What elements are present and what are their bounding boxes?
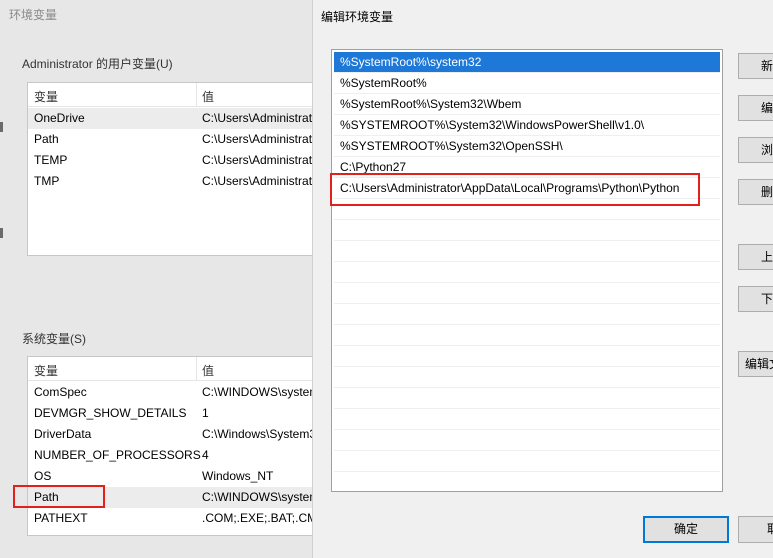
var-value: Windows_NT — [202, 469, 274, 483]
var-name: NUMBER_OF_PROCESSORS — [34, 448, 201, 462]
path-entry-empty[interactable] — [334, 325, 720, 346]
path-entry[interactable]: %SystemRoot%\System32\Wbem — [334, 94, 720, 115]
path-entry-empty[interactable] — [334, 304, 720, 325]
var-name: TMP — [34, 174, 60, 188]
path-entry-empty[interactable] — [334, 367, 720, 388]
system-var-row[interactable]: ComSpec C:\WINDOWS\system32\cmd.exe — [28, 382, 315, 403]
environment-variables-dialog: 环境变量 Administrator 的用户变量(U) 变量 值 OneDriv… — [0, 0, 316, 558]
path-entry[interactable]: C:\Python27 — [334, 157, 720, 178]
user-vars-header: 变量 值 — [28, 83, 315, 107]
path-entry-empty[interactable] — [334, 346, 720, 367]
var-value: 4 — [202, 448, 209, 462]
path-entry-empty[interactable] — [334, 430, 720, 451]
edit-button[interactable]: 编辑 — [738, 95, 773, 121]
var-name: Path — [34, 490, 59, 504]
path-entry-text: %SYSTEMROOT%\System32\OpenSSH\ — [340, 139, 563, 153]
path-entry-text: C:\Users\Administrator\AppData\Local\Pro… — [340, 181, 680, 195]
var-value: C:\WINDOWS\system32 — [202, 490, 315, 504]
system-var-row[interactable]: DEVMGR_SHOW_DETAILS 1 — [28, 403, 315, 424]
delete-button[interactable]: 删除 — [738, 179, 773, 205]
path-entry-empty[interactable] — [334, 451, 720, 472]
system-vars-header: 变量 值 — [28, 357, 315, 381]
path-entry-selected[interactable]: %SystemRoot%\system32 — [334, 52, 720, 73]
path-entry-text: %SystemRoot%\system32 — [340, 55, 482, 69]
var-value: C:\Windows\System32\Drivers — [202, 427, 316, 441]
path-entry-empty[interactable] — [334, 241, 720, 262]
var-name: OneDrive — [34, 111, 85, 125]
col-header-variable[interactable]: 变量 — [34, 362, 58, 379]
system-var-row[interactable]: NUMBER_OF_PROCESSORS 4 — [28, 445, 315, 466]
col-header-variable[interactable]: 变量 — [34, 88, 58, 105]
move-up-button[interactable]: 上移 — [738, 244, 773, 270]
path-entry-empty[interactable] — [334, 472, 720, 491]
user-vars-list[interactable]: 变量 值 OneDrive C:\Users\Administrator\One… — [27, 82, 316, 256]
var-value: 1 — [202, 406, 209, 420]
path-entry-empty[interactable] — [334, 409, 720, 430]
user-var-row[interactable]: OneDrive C:\Users\Administrator\OneDrive — [28, 108, 315, 129]
var-name: ComSpec — [34, 385, 87, 399]
path-entry[interactable]: %SystemRoot% — [334, 73, 720, 94]
dialog-title: 编辑环境变量 — [321, 10, 394, 24]
path-entry[interactable]: %SYSTEMROOT%\System32\OpenSSH\ — [334, 136, 720, 157]
var-value: C:\Users\Administrator\OneDrive — [202, 111, 315, 125]
edge-marker — [0, 228, 3, 238]
path-entry-empty[interactable] — [334, 220, 720, 241]
user-var-row[interactable]: Path C:\Users\Administrator\AppData — [28, 129, 315, 150]
system-vars-label: 系统变量(S) — [22, 332, 86, 346]
path-entries-list[interactable]: %SystemRoot%\system32 %SystemRoot% %Syst… — [331, 49, 723, 492]
col-header-value[interactable]: 值 — [202, 362, 214, 379]
path-entry-empty[interactable] — [334, 283, 720, 304]
var-name: TEMP — [34, 153, 68, 167]
path-entry-text: %SystemRoot% — [340, 76, 427, 90]
path-entry-text: C:\Python27 — [340, 160, 407, 174]
system-var-row-path[interactable]: Path C:\WINDOWS\system32 — [28, 487, 315, 508]
user-var-row[interactable]: TMP C:\Users\Administrator\AppData — [28, 171, 315, 192]
column-divider[interactable] — [196, 83, 197, 106]
dialog-title: 环境变量 — [9, 8, 58, 22]
ok-button[interactable]: 确定 — [643, 516, 729, 543]
system-var-row[interactable]: PATHEXT .COM;.EXE;.BAT;.CMD — [28, 508, 315, 529]
column-divider[interactable] — [196, 357, 197, 380]
var-value: C:\Users\Administrator\AppData — [202, 174, 315, 188]
var-value: C:\Users\Administrator\AppData — [202, 153, 315, 167]
var-name: DEVMGR_SHOW_DETAILS — [34, 406, 187, 420]
path-entry-empty[interactable] — [334, 199, 720, 220]
path-entry-text: %SystemRoot%\System32\Wbem — [340, 97, 522, 111]
path-entry[interactable]: %SYSTEMROOT%\System32\WindowsPowerShell\… — [334, 115, 720, 136]
edge-marker — [0, 122, 3, 132]
path-entry[interactable]: C:\Users\Administrator\AppData\Local\Pro… — [334, 178, 720, 199]
system-var-row[interactable]: DriverData C:\Windows\System32\Drivers — [28, 424, 315, 445]
var-name: DriverData — [34, 427, 92, 441]
new-button[interactable]: 新建 — [738, 53, 773, 79]
user-var-row[interactable]: TEMP C:\Users\Administrator\AppData — [28, 150, 315, 171]
path-entry-empty[interactable] — [334, 262, 720, 283]
path-entry-empty[interactable] — [334, 388, 720, 409]
system-vars-list[interactable]: 变量 值 ComSpec C:\WINDOWS\system32\cmd.exe… — [27, 356, 316, 536]
var-value: .COM;.EXE;.BAT;.CMD — [202, 511, 316, 525]
system-var-row[interactable]: OS Windows_NT — [28, 466, 315, 487]
cancel-button[interactable]: 取消 — [738, 516, 773, 543]
edit-environment-variable-dialog: 编辑环境变量 %SystemRoot%\system32 %SystemRoot… — [312, 0, 773, 558]
user-vars-label: Administrator 的用户变量(U) — [22, 57, 173, 71]
var-name: Path — [34, 132, 59, 146]
var-name: PATHEXT — [34, 511, 88, 525]
col-header-value[interactable]: 值 — [202, 88, 214, 105]
move-down-button[interactable]: 下移 — [738, 286, 773, 312]
path-entry-text: %SYSTEMROOT%\System32\WindowsPowerShell\… — [340, 118, 645, 132]
var-name: OS — [34, 469, 52, 483]
var-value: C:\WINDOWS\system32\cmd.exe — [202, 385, 315, 399]
edit-text-button[interactable]: 编辑文本 — [738, 351, 773, 377]
browse-button[interactable]: 浏览 — [738, 137, 773, 163]
var-value: C:\Users\Administrator\AppData — [202, 132, 315, 146]
